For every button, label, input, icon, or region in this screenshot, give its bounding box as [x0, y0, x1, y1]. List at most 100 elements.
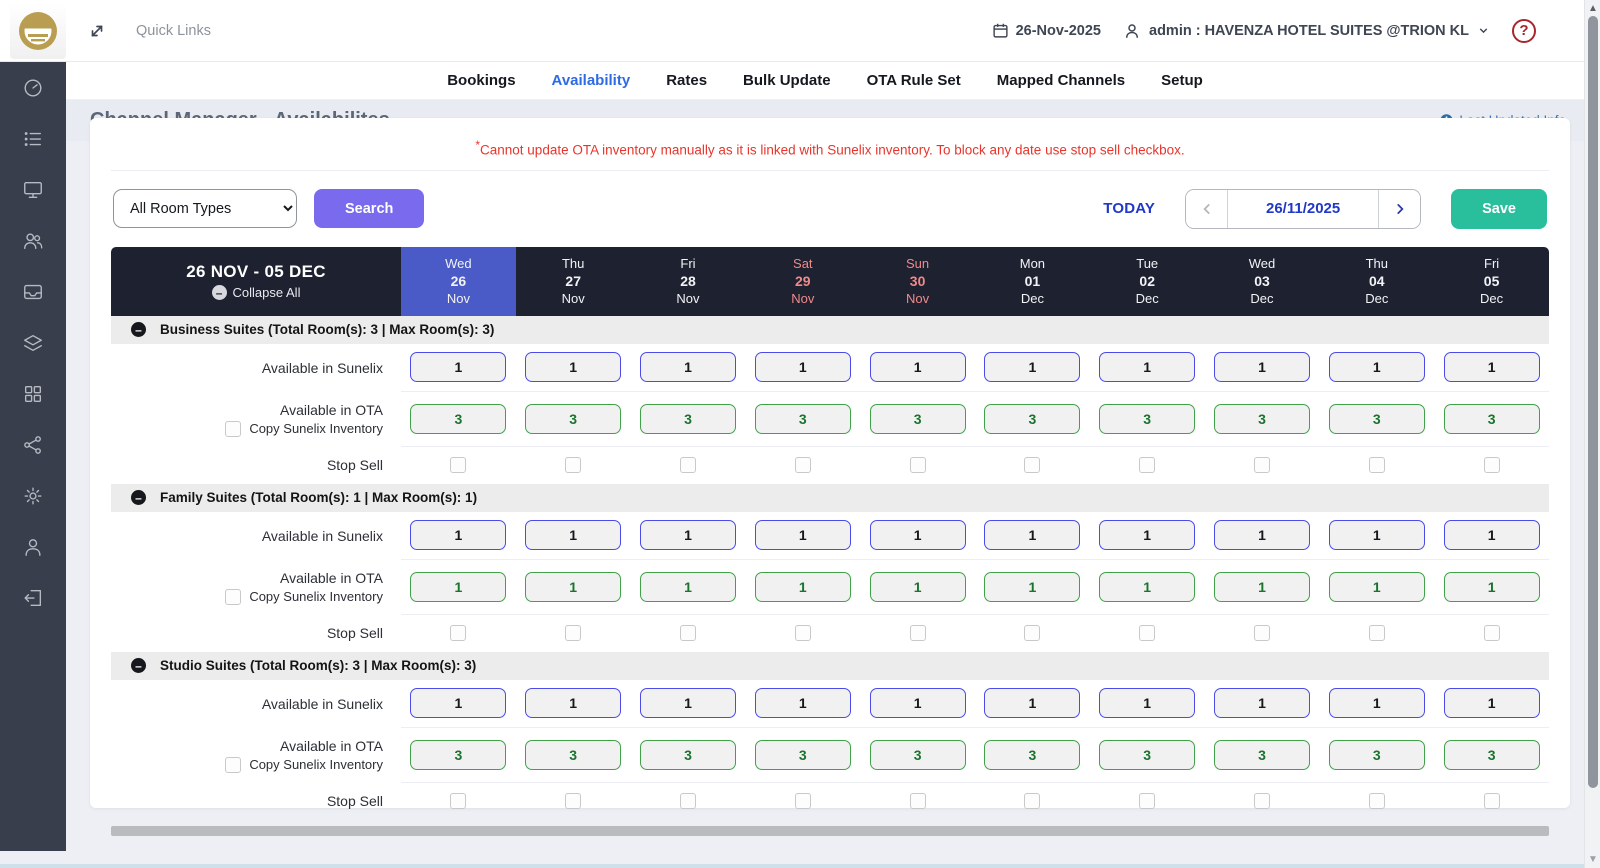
vertical-scrollbar[interactable]: ▲ ▼ [1584, 0, 1600, 868]
copy-sunelix-inventory-checkbox[interactable] [225, 420, 242, 437]
sidebar-item-monitor[interactable] [16, 178, 50, 202]
sunelix-inventory-input[interactable] [1443, 520, 1540, 550]
ota-inventory-input[interactable] [1213, 739, 1310, 770]
stop-sell-checkbox[interactable] [1024, 625, 1041, 641]
copy-sunelix-inventory-checkbox[interactable] [225, 756, 242, 773]
stop-sell-checkbox[interactable] [794, 457, 811, 473]
sunelix-inventory-input[interactable] [869, 352, 966, 382]
date-column-thu-04[interactable]: Thu 04 Dec [1319, 247, 1434, 316]
sunelix-inventory-input[interactable] [1328, 520, 1425, 550]
sidebar-item-inbox[interactable] [16, 280, 50, 304]
ota-inventory-input[interactable] [1443, 739, 1540, 770]
sidebar-item-share[interactable] [16, 433, 50, 457]
sunelix-inventory-input[interactable] [639, 352, 736, 382]
sunelix-inventory-input[interactable] [1443, 352, 1540, 382]
ota-inventory-input[interactable] [1443, 571, 1540, 602]
copy-sunelix-inventory-checkbox[interactable] [225, 588, 242, 605]
sunelix-inventory-input[interactable] [525, 352, 622, 382]
stop-sell-checkbox[interactable] [1024, 457, 1041, 473]
stop-sell-checkbox[interactable] [1368, 793, 1385, 809]
stop-sell-checkbox[interactable] [1483, 457, 1500, 473]
ota-inventory-input[interactable] [1328, 403, 1425, 434]
ota-inventory-input[interactable] [1099, 403, 1196, 434]
stop-sell-checkbox[interactable] [565, 457, 582, 473]
ota-inventory-input[interactable] [754, 739, 851, 770]
save-button[interactable]: Save [1451, 188, 1547, 229]
sunelix-inventory-input[interactable] [869, 688, 966, 718]
room-type-select[interactable]: All Room Types [113, 189, 297, 228]
stop-sell-checkbox[interactable] [1483, 793, 1500, 809]
sunelix-inventory-input[interactable] [984, 688, 1081, 718]
stop-sell-checkbox[interactable] [679, 457, 696, 473]
sunelix-inventory-input[interactable] [754, 352, 851, 382]
ota-inventory-input[interactable] [639, 739, 736, 770]
stop-sell-checkbox[interactable] [565, 625, 582, 641]
tab-ota-rule-set[interactable]: OTA Rule Set [867, 72, 961, 89]
stop-sell-checkbox[interactable] [1368, 457, 1385, 473]
sidebar-item-logout[interactable] [16, 586, 50, 610]
selected-date[interactable]: 26/11/2025 [1228, 190, 1378, 228]
sidebar-item-dashboard[interactable] [16, 76, 50, 100]
ota-inventory-input[interactable] [1328, 571, 1425, 602]
help-button[interactable]: ? [1512, 18, 1536, 43]
sunelix-inventory-input[interactable] [984, 352, 1081, 382]
date-column-sun-30[interactable]: Sun 30 Nov [860, 247, 975, 316]
ota-inventory-input[interactable] [869, 403, 966, 434]
sunelix-inventory-input[interactable] [639, 520, 736, 550]
sunelix-inventory-input[interactable] [410, 352, 507, 382]
stop-sell-checkbox[interactable] [1024, 793, 1041, 809]
sunelix-inventory-input[interactable] [1213, 352, 1310, 382]
stop-sell-checkbox[interactable] [679, 793, 696, 809]
today-link[interactable]: TODAY [1103, 200, 1155, 217]
collapse-section-icon[interactable]: – [131, 490, 146, 505]
stop-sell-checkbox[interactable] [1253, 457, 1270, 473]
ota-inventory-input[interactable] [1099, 571, 1196, 602]
sunelix-inventory-input[interactable] [1213, 520, 1310, 550]
collapse-section-icon[interactable]: – [131, 658, 146, 673]
sunelix-inventory-input[interactable] [1099, 688, 1196, 718]
date-column-sat-29[interactable]: Sat 29 Nov [745, 247, 860, 316]
sunelix-inventory-input[interactable] [869, 520, 966, 550]
ota-inventory-input[interactable] [869, 739, 966, 770]
stop-sell-checkbox[interactable] [1253, 793, 1270, 809]
date-column-mon-01[interactable]: Mon 01 Dec [975, 247, 1090, 316]
stop-sell-checkbox[interactable] [794, 793, 811, 809]
stop-sell-checkbox[interactable] [565, 793, 582, 809]
tab-rates[interactable]: Rates [666, 72, 707, 89]
date-column-wed-26[interactable]: Wed 26 Nov [401, 246, 516, 316]
sunelix-inventory-input[interactable] [525, 688, 622, 718]
sidebar-item-list[interactable] [16, 127, 50, 151]
ota-inventory-input[interactable] [1443, 403, 1540, 434]
tab-bulk-update[interactable]: Bulk Update [743, 72, 831, 89]
sunelix-inventory-input[interactable] [1443, 688, 1540, 718]
collapse-section-icon[interactable]: – [131, 322, 146, 337]
tab-mapped-channels[interactable]: Mapped Channels [997, 72, 1125, 89]
ota-inventory-input[interactable] [984, 571, 1081, 602]
ota-inventory-input[interactable] [410, 571, 507, 602]
sunelix-inventory-input[interactable] [1213, 688, 1310, 718]
sunelix-inventory-input[interactable] [984, 520, 1081, 550]
tab-setup[interactable]: Setup [1161, 72, 1203, 89]
stop-sell-checkbox[interactable] [450, 793, 467, 809]
section-header-family-suites[interactable]: – Family Suites (Total Room(s): 1 | Max R… [111, 483, 1549, 512]
ota-inventory-input[interactable] [984, 403, 1081, 434]
ota-inventory-input[interactable] [984, 739, 1081, 770]
date-column-fri-28[interactable]: Fri 28 Nov [631, 247, 746, 316]
sidebar-item-user[interactable] [16, 535, 50, 559]
sunelix-inventory-input[interactable] [1328, 352, 1425, 382]
ota-inventory-input[interactable] [639, 571, 736, 602]
ota-inventory-input[interactable] [410, 403, 507, 434]
ota-inventory-input[interactable] [410, 739, 507, 770]
stop-sell-checkbox[interactable] [1139, 625, 1156, 641]
sunelix-inventory-input[interactable] [754, 520, 851, 550]
search-button[interactable]: Search [314, 189, 425, 228]
scroll-down-arrow[interactable]: ▼ [1587, 854, 1599, 865]
stop-sell-checkbox[interactable] [909, 457, 926, 473]
quick-links[interactable]: Quick Links [136, 23, 211, 39]
ota-inventory-input[interactable] [639, 403, 736, 434]
stop-sell-checkbox[interactable] [794, 625, 811, 641]
fullscreen-toggle-icon[interactable] [88, 22, 106, 40]
sunelix-inventory-input[interactable] [1328, 688, 1425, 718]
stop-sell-checkbox[interactable] [1483, 625, 1500, 641]
sunelix-inventory-input[interactable] [525, 520, 622, 550]
